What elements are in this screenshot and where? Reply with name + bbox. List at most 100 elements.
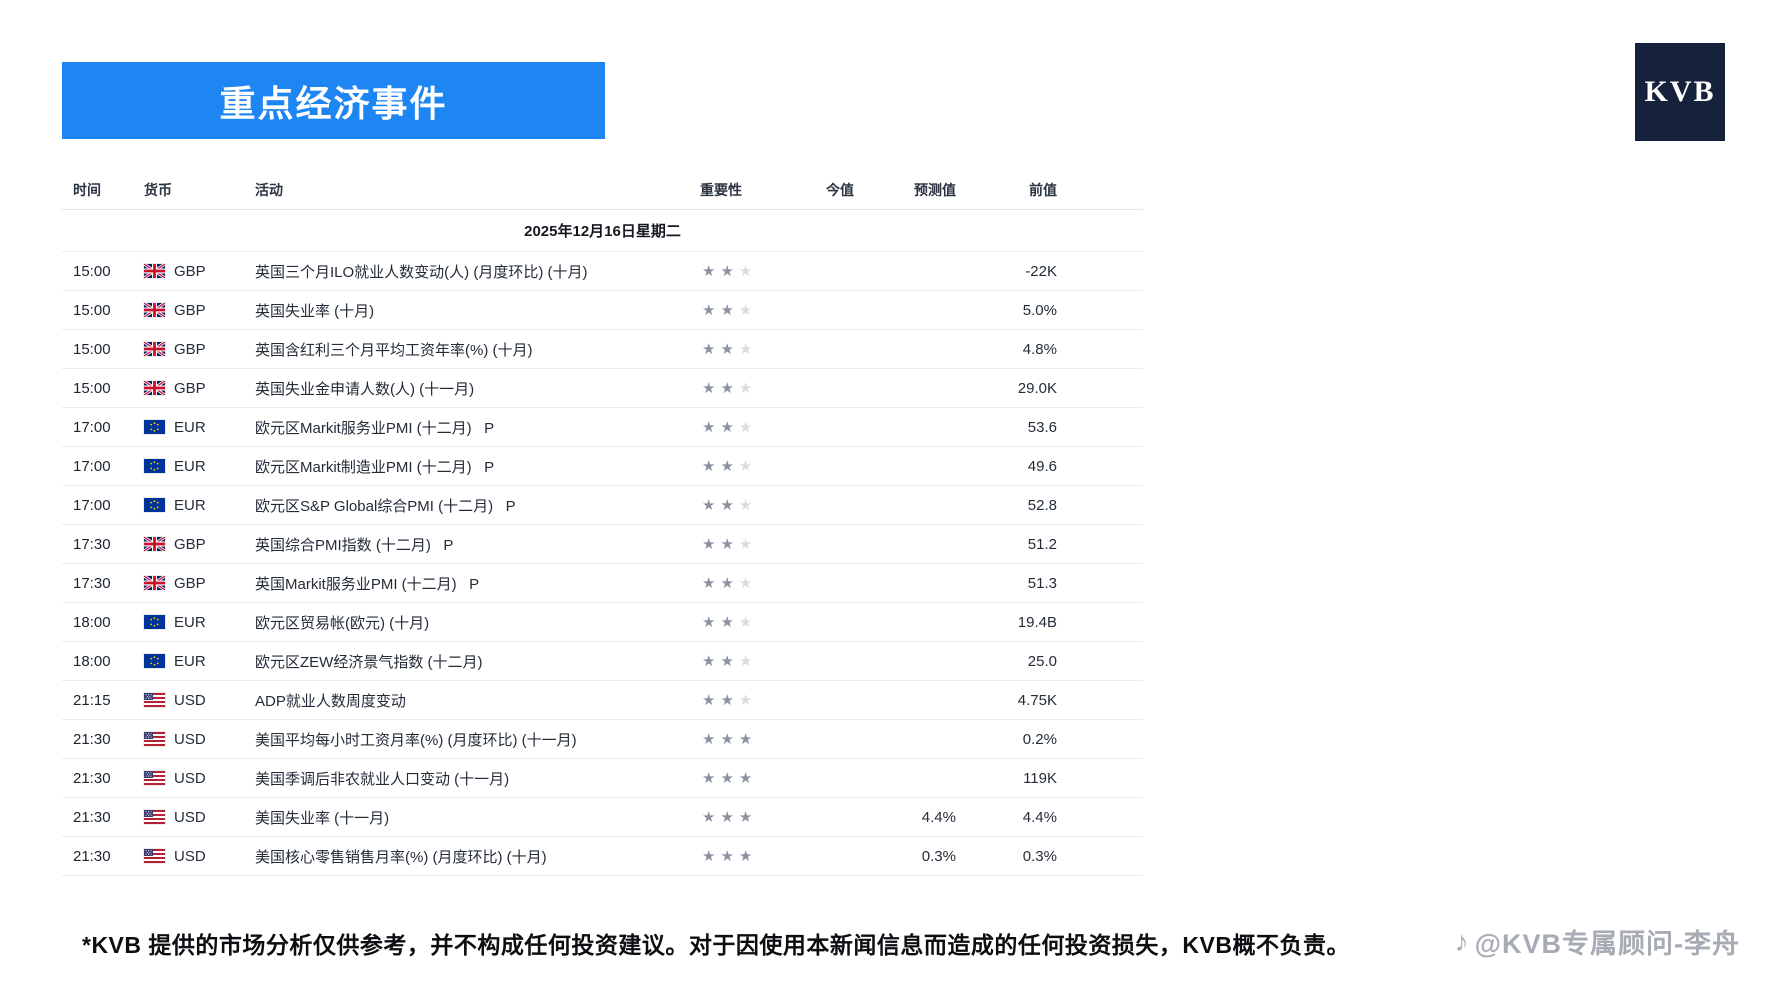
importance-rating: ★★★ <box>700 303 792 318</box>
event-title: 美国平均每小时工资月率(%) (月度环比) (十一月) <box>255 729 700 750</box>
star-filled-icon: ★ <box>702 303 715 318</box>
currency-code: GBP <box>174 536 206 553</box>
previous-value: 29.0K <box>956 380 1057 397</box>
currency-flag-icon <box>144 849 165 863</box>
star-filled-icon: ★ <box>720 342 733 357</box>
watermark: ♪ @KVB专属顾问-李舟 <box>1455 922 1740 961</box>
star-filled-icon: ★ <box>702 576 715 591</box>
star-filled-icon: ★ <box>702 810 715 825</box>
importance-rating: ★ ★ ★ <box>700 381 792 396</box>
event-title: 美国核心零售销售月率(%) (月度环比) (十月) <box>255 846 700 867</box>
kvb-logo-text: KVB <box>1644 75 1715 109</box>
kvb-logo: KVB <box>1635 43 1725 141</box>
star-empty-icon: ★ <box>739 264 752 279</box>
currency-code: GBP <box>174 302 206 319</box>
currency-cell: USD <box>144 848 255 865</box>
importance-rating: ★★★ <box>700 615 792 630</box>
currency-cell: EUR <box>144 497 255 514</box>
event-time: 15:00 <box>62 380 144 397</box>
header-actual: 今值 <box>792 180 854 200</box>
currency-flag-icon <box>144 693 165 707</box>
currency-code: USD <box>174 809 206 826</box>
star-filled-icon: ★ <box>702 498 715 513</box>
event-time: 21:30 <box>62 848 144 865</box>
currency-flag-icon <box>144 654 165 668</box>
currency-cell: GBP <box>144 263 255 280</box>
currency-flag-icon <box>144 381 165 395</box>
importance-rating: ★ ★ ★ <box>700 498 792 513</box>
star-empty-icon: ★ <box>739 459 752 474</box>
event-title: 欧元区S&P Global综合PMI (十二月) P <box>255 495 700 516</box>
currency-flag-icon <box>144 576 165 590</box>
star-filled-icon: ★ <box>720 654 733 669</box>
watermark-handle: @KVB专属顾问-李舟 <box>1475 922 1740 961</box>
currency-code: GBP <box>174 263 206 280</box>
currency-code: EUR <box>174 614 206 631</box>
event-title: 英国三个月ILO就业人数变动(人) (月度环比) (十月) <box>255 261 700 282</box>
currency-flag-icon <box>144 303 165 317</box>
star-empty-icon: ★ <box>739 693 752 708</box>
star-filled-icon: ★ <box>702 654 715 669</box>
star-empty-icon: ★ <box>739 303 752 318</box>
currency-cell: GBP <box>144 380 255 397</box>
event-time: 18:00 <box>62 614 144 631</box>
importance-rating: ★★★ <box>700 537 792 552</box>
previous-value: 4.8% <box>956 341 1057 358</box>
previous-value: 5.0% <box>956 302 1057 319</box>
page: 重点经济事件 KVB 时间 货币 活动 重要性 今值 预测值 前值 2025年1… <box>0 0 1780 1002</box>
table-row: 17:00 EUR 欧元区Markit服务业PMI (十二月) P ★★★ 53… <box>62 408 1143 447</box>
event-time: 17:00 <box>62 497 144 514</box>
currency-code: EUR <box>174 458 206 475</box>
currency-code: EUR <box>174 419 206 436</box>
event-title: 欧元区Markit制造业PMI (十二月) P <box>255 456 700 477</box>
star-filled-icon: ★ <box>720 498 733 513</box>
star-empty-icon: ★ <box>739 654 752 669</box>
previous-value: -22K <box>956 263 1057 280</box>
event-time: 15:00 <box>62 263 144 280</box>
star-filled-icon: ★ <box>720 264 733 279</box>
economic-calendar-table: 时间 货币 活动 重要性 今值 预测值 前值 2025年12月16日星期二 15… <box>62 170 1143 876</box>
star-filled-icon: ★ <box>720 576 733 591</box>
event-title: 英国失业金申请人数(人) (十一月) <box>255 378 700 399</box>
banner: 重点经济事件 <box>62 62 605 139</box>
event-title: ADP就业人数周度变动 <box>255 690 700 711</box>
table-row: 21:30 USD 美国失业率 (十一月) ★★★ 4.4% 4.4% <box>62 798 1143 837</box>
currency-cell: GBP <box>144 536 255 553</box>
table-row: 17:30 GBP 英国综合PMI指数 (十二月) P ★★★ 51.2 <box>62 525 1143 564</box>
currency-cell: EUR <box>144 419 255 436</box>
table-row: 17:30 GBP 英国Markit服务业PMI (十二月) P ★★★ 51.… <box>62 564 1143 603</box>
star-empty-icon: ★ <box>739 498 752 513</box>
star-filled-icon: ★ <box>720 615 733 630</box>
importance-rating: ★ ★ ★ <box>700 420 792 435</box>
previous-value: 0.2% <box>956 731 1057 748</box>
header-time: 时间 <box>62 180 144 200</box>
star-empty-icon: ★ <box>739 615 752 630</box>
forecast-value: 4.4% <box>854 809 956 826</box>
disclaimer-text: *KVB 提供的市场分析仅供参考，并不构成任何投资建议。对于因使用本新闻信息而造… <box>82 926 1350 960</box>
event-title: 英国失业率 (十月) <box>255 300 700 321</box>
importance-rating: ★★★ <box>700 459 792 474</box>
event-time: 17:30 <box>62 536 144 553</box>
event-time: 21:30 <box>62 731 144 748</box>
previous-value: 4.4% <box>956 809 1057 826</box>
table-row: 18:00 EUR 欧元区ZEW经济景气指数 (十二月) ★★★ 25.0 <box>62 642 1143 681</box>
star-filled-icon: ★ <box>702 420 715 435</box>
star-empty-icon: ★ <box>739 381 752 396</box>
table-row: 15:00 GBP 英国三个月ILO就业人数变动(人) (月度环比) (十月) … <box>62 252 1143 291</box>
star-empty-icon: ★ <box>739 576 752 591</box>
previous-value: 0.3% <box>956 848 1057 865</box>
currency-code: USD <box>174 848 206 865</box>
star-filled-icon: ★ <box>739 732 752 747</box>
star-filled-icon: ★ <box>720 381 733 396</box>
importance-rating: ★★★ <box>700 810 792 825</box>
event-title: 英国Markit服务业PMI (十二月) P <box>255 573 700 594</box>
star-empty-icon: ★ <box>739 420 752 435</box>
header-previous: 前值 <box>956 180 1057 200</box>
event-time: 18:00 <box>62 653 144 670</box>
header-event: 活动 <box>255 180 700 200</box>
star-filled-icon: ★ <box>702 381 715 396</box>
star-filled-icon: ★ <box>702 459 715 474</box>
star-filled-icon: ★ <box>739 849 752 864</box>
star-filled-icon: ★ <box>720 420 733 435</box>
currency-code: EUR <box>174 497 206 514</box>
